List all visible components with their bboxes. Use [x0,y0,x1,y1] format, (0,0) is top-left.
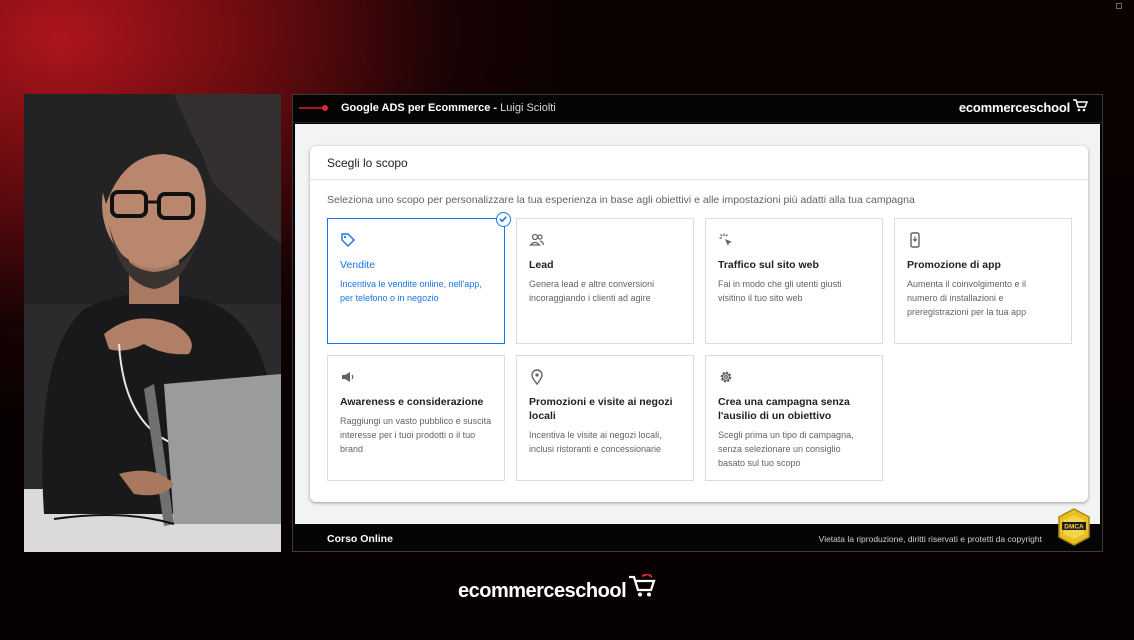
course-frame: Google ADS per Ecommerce - Luigi Sciolti… [292,94,1103,552]
cart-icon [629,574,656,597]
option-desc: Genera lead e altre conversioni incoragg… [529,279,655,303]
people-icon [529,233,545,246]
brand-name-bottom: ecommerceschool [458,580,627,602]
title-separator: - [490,102,501,114]
red-dot-decor [322,105,328,111]
option-desc: Raggiungi un vasto pubblico e suscita in… [340,416,492,454]
option-title: Lead [529,259,554,271]
megaphone-icon [342,372,354,382]
google-ads-screen: Scegli lo scopo Seleziona uno scopo per … [295,124,1100,524]
option-title: Traffico sul sito web [718,259,819,271]
option-desc: Scegli prima un tipo di campagna, senza … [718,430,854,468]
option-traffico[interactable]: Traffico sul sito web Fai in modo che gl… [705,218,883,344]
option-title: Vendite [340,259,376,271]
brand-logo-top: ecommerceschool [958,99,1088,115]
option-title: Promozioni e visite ai negozi locali [529,396,673,422]
check-icon [496,212,511,227]
option-desc: Incentiva le vendite online, nell'app, p… [340,279,482,303]
footer-label: Corso Online [327,533,393,545]
course-author: Luigi Sciolti [500,102,556,114]
course-footer: Corso Online Vietata la riproduzione, di… [293,508,1102,551]
brand-name-top: ecommerceschool [958,100,1070,115]
course-name: Google ADS per Ecommerce [341,102,491,114]
card-title: Scegli lo scopo [310,146,1088,180]
presenter-video [24,94,281,552]
copyright-notice: Vietata la riproduzione, diritti riserva… [818,534,1042,544]
brand-logo-bottom: ecommerceschool [458,574,656,603]
course-title: Google ADS per Ecommerce - Luigi Sciolti [341,102,556,114]
option-senza-obiettivo[interactable]: Crea una campagna senza l'ausilio di un … [705,355,883,481]
option-title: Promozione di app [907,259,1001,271]
card-subtitle: Seleziona uno scopo per personalizzare l… [327,194,915,206]
option-negozi-locali[interactable]: Promozioni e visite ai negozi locali Inc… [516,355,694,481]
dmca-badge-icon: DMCA [1058,508,1090,546]
phone-icon [910,232,920,248]
option-desc: Incentiva le visite ai negozi locali, in… [529,430,662,454]
option-title: Crea una campagna senza l'ausilio di un … [718,396,850,422]
option-desc: Fai in modo che gli utenti giusti visiti… [718,279,842,303]
gear-icon [720,371,732,383]
option-promozione-app[interactable]: Promozione di app Aumenta il coinvolgime… [894,218,1072,344]
option-title: Awareness e considerazione [340,396,484,408]
cursor-click-icon [719,233,732,246]
tag-icon [341,233,355,247]
option-awareness[interactable]: Awareness e considerazione Raggiungi un … [327,355,505,481]
option-desc: Aumenta il coinvolgimento e il numero di… [907,279,1027,317]
location-pin-icon [531,369,543,385]
cart-icon [1073,99,1088,112]
goal-card: Scegli lo scopo Seleziona uno scopo per … [310,146,1088,502]
course-header: Google ADS per Ecommerce - Luigi Sciolti… [293,95,1102,123]
dmca-badge-text: DMCA [1064,524,1084,531]
corner-marker-icon [1116,3,1122,9]
option-lead[interactable]: Lead Genera lead e altre conversioni inc… [516,218,694,344]
option-vendite[interactable]: Vendite Incentiva le vendite online, nel… [327,212,511,344]
